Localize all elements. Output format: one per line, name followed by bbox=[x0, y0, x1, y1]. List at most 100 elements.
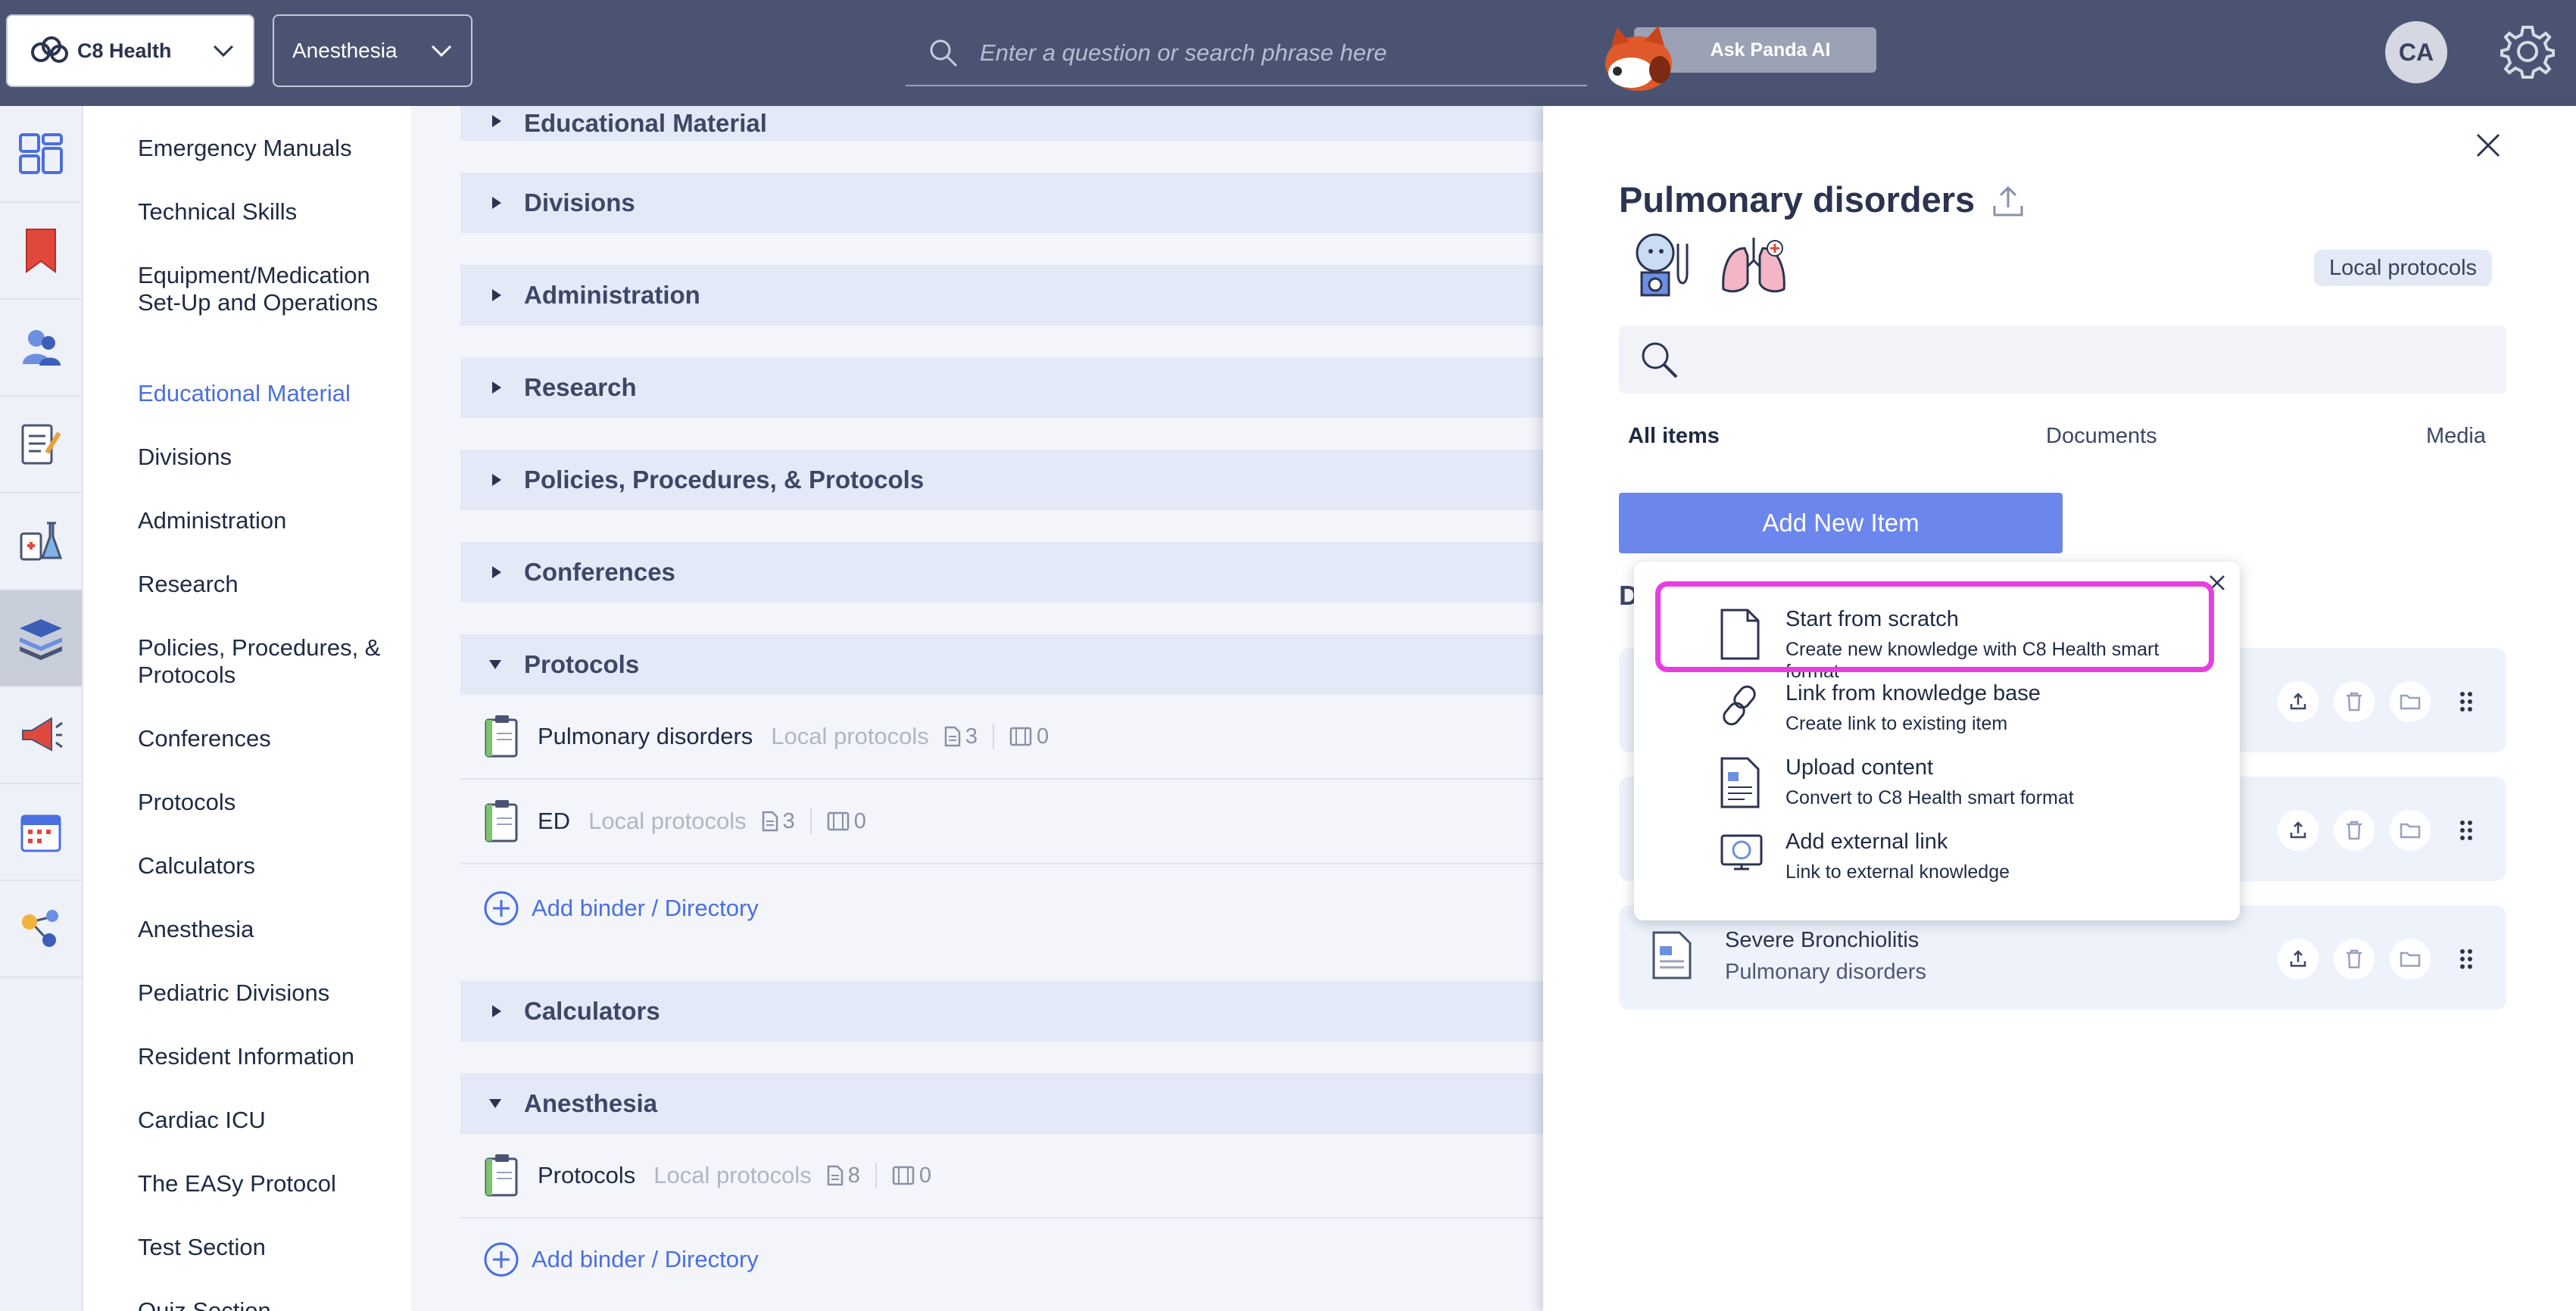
nav-item[interactable]: Test Section bbox=[138, 1234, 395, 1261]
nav-item[interactable]: Policies, Procedures, & Protocols bbox=[138, 634, 395, 689]
c8-logo-icon bbox=[31, 36, 68, 63]
share-button[interactable] bbox=[2278, 681, 2319, 722]
section-header[interactable]: Policies, Procedures, & Protocols bbox=[460, 450, 1543, 510]
nav-item[interactable]: Technical Skills bbox=[138, 198, 395, 226]
rail-contacts[interactable] bbox=[0, 300, 82, 397]
folder-icon bbox=[2400, 951, 2421, 967]
top-bar: C8 Health Anesthesia Enter a question or… bbox=[0, 0, 2576, 106]
menu-item-upload-content[interactable]: Upload content Convert to C8 Health smar… bbox=[1664, 746, 2210, 819]
move-button[interactable] bbox=[2390, 810, 2431, 851]
nav-item[interactable]: Emergency Manuals bbox=[138, 135, 395, 162]
nav-item[interactable]: Resident Information bbox=[138, 1043, 395, 1070]
drag-handle[interactable] bbox=[2446, 681, 2487, 722]
section-title: Policies, Procedures, & Protocols bbox=[524, 466, 925, 494]
menu-item-external-link[interactable]: Add external link Link to external knowl… bbox=[1664, 821, 2210, 893]
drag-handle[interactable] bbox=[2446, 939, 2487, 979]
ask-ai-button[interactable]: Ask Panda AI bbox=[1596, 20, 1876, 94]
binder-tag: Local protocols bbox=[771, 723, 929, 749]
document-count: 3 bbox=[762, 809, 795, 834]
rail-lab[interactable] bbox=[0, 494, 82, 590]
add-binder-button[interactable]: Add binder / Directory bbox=[483, 1241, 759, 1278]
nav-item[interactable]: Divisions bbox=[138, 444, 395, 471]
document-card[interactable]: Severe Bronchiolitis Pulmonary disorders bbox=[1619, 905, 2506, 1010]
global-search-input[interactable]: Enter a question or search phrase here bbox=[906, 21, 1587, 86]
share-button[interactable] bbox=[2278, 810, 2319, 851]
tab-documents[interactable]: Documents bbox=[2046, 424, 2157, 449]
section-header[interactable]: Educational Material bbox=[460, 106, 1543, 141]
media-count: 0 bbox=[892, 1163, 931, 1188]
rail-announcements[interactable] bbox=[0, 687, 82, 784]
section-header[interactable]: Research bbox=[460, 357, 1543, 418]
share-button[interactable] bbox=[2278, 939, 2319, 979]
divider bbox=[992, 724, 994, 749]
binder-row[interactable]: Protocols Local protocols 8 0 bbox=[460, 1134, 1543, 1219]
trash-icon bbox=[2347, 821, 2362, 840]
delete-button[interactable] bbox=[2334, 810, 2375, 851]
document-title: Severe Bronchiolitis bbox=[1725, 928, 1920, 952]
drag-handle[interactable] bbox=[2446, 810, 2487, 851]
section-header[interactable]: Conferences bbox=[460, 542, 1543, 603]
department-select[interactable]: Anesthesia bbox=[273, 14, 472, 87]
delete-button[interactable] bbox=[2334, 681, 2375, 722]
delete-button[interactable] bbox=[2334, 939, 2375, 979]
rail-calendar[interactable] bbox=[0, 784, 82, 881]
add-new-item-button[interactable]: Add New Item bbox=[1619, 493, 2063, 553]
section-header-expanded[interactable]: Protocols bbox=[460, 634, 1543, 695]
add-binder-button[interactable]: Add binder / Directory bbox=[483, 890, 759, 926]
nav-item[interactable]: Anesthesia bbox=[138, 916, 395, 943]
megaphone-icon bbox=[22, 717, 63, 752]
add-binder-label: Add binder / Directory bbox=[532, 895, 759, 921]
rail-notes[interactable] bbox=[0, 397, 82, 494]
link-icon bbox=[1723, 685, 1756, 726]
media-count-value: 0 bbox=[1036, 724, 1049, 749]
menu-item-subtitle: Create link to existing item bbox=[1785, 713, 2008, 734]
nav-item[interactable]: Pediatric Divisions bbox=[138, 979, 395, 1007]
caret-right-icon bbox=[492, 197, 501, 209]
nav-item[interactable]: Research bbox=[138, 571, 395, 598]
nav-item[interactable]: The EASy Protocol bbox=[138, 1170, 395, 1197]
tab-all-items[interactable]: All items bbox=[1628, 424, 1720, 449]
section-header-expanded[interactable]: Anesthesia bbox=[460, 1073, 1543, 1134]
share-upload-icon[interactable] bbox=[1990, 183, 2026, 220]
nav-item[interactable]: Administration bbox=[138, 507, 395, 534]
panel-search-input[interactable] bbox=[1619, 325, 2506, 394]
binder-tag: Local protocols bbox=[588, 808, 747, 834]
chevron-down-icon bbox=[213, 45, 234, 58]
menu-item-link-knowledge[interactable]: Link from knowledge base Create link to … bbox=[1664, 672, 2210, 745]
document-icon bbox=[827, 1165, 843, 1186]
binder-row[interactable]: ED Local protocols 3 0 bbox=[460, 780, 1543, 864]
nav-item[interactable]: Cardiac ICU bbox=[138, 1107, 395, 1134]
section-title: Educational Material bbox=[524, 109, 767, 137]
nav-item[interactable]: Protocols bbox=[138, 789, 395, 816]
gear-icon[interactable] bbox=[2499, 23, 2556, 80]
organization-select[interactable]: C8 Health bbox=[6, 14, 254, 87]
media-count-value: 0 bbox=[918, 1163, 932, 1188]
binder-icon bbox=[485, 715, 518, 758]
rail-library[interactable] bbox=[0, 590, 82, 687]
divider bbox=[875, 1163, 877, 1188]
section-header[interactable]: Calculators bbox=[460, 981, 1543, 1042]
move-button[interactable] bbox=[2390, 939, 2431, 979]
nav-item[interactable]: Equipment/Medication Set-Up and Operatio… bbox=[138, 262, 395, 316]
panel-tabs: All items Documents Media bbox=[1628, 424, 2506, 462]
section-header[interactable]: Administration bbox=[460, 265, 1543, 325]
folder-icon bbox=[2400, 694, 2421, 710]
rail-share[interactable] bbox=[0, 881, 82, 978]
tab-media[interactable]: Media bbox=[2426, 424, 2486, 449]
nav-item[interactable]: Conferences bbox=[138, 725, 395, 752]
move-button[interactable] bbox=[2390, 681, 2431, 722]
plus-circle-icon bbox=[484, 891, 519, 926]
user-avatar[interactable]: CA bbox=[2385, 21, 2447, 83]
section-header[interactable]: Divisions bbox=[460, 173, 1543, 233]
caret-down-icon bbox=[489, 660, 501, 669]
nav-item-active[interactable]: Educational Material bbox=[138, 380, 395, 407]
people-icon bbox=[23, 330, 61, 366]
nav-item[interactable]: Quiz Section bbox=[138, 1297, 395, 1311]
binder-row[interactable]: Pulmonary disorders Local protocols 3 0 bbox=[460, 695, 1543, 780]
document-icon bbox=[944, 726, 961, 747]
close-icon[interactable] bbox=[2475, 132, 2502, 159]
rail-dashboard[interactable] bbox=[0, 106, 82, 203]
rail-bookmarks[interactable] bbox=[0, 203, 82, 300]
document-actions bbox=[2278, 810, 2487, 851]
nav-item[interactable]: Calculators bbox=[138, 852, 395, 880]
